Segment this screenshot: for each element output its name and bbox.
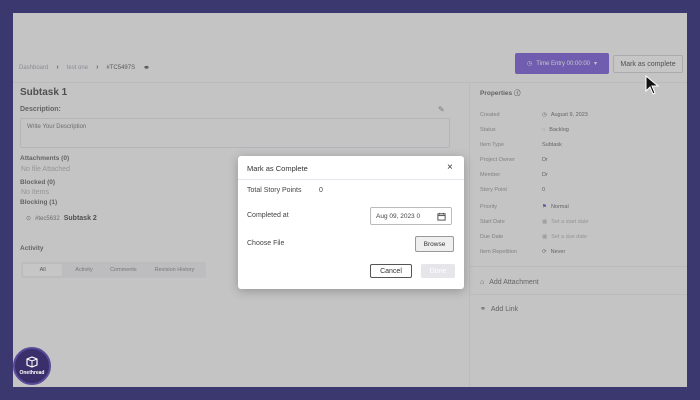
story-points-value: 0 [319, 187, 323, 194]
completed-at-value: Aug 09, 2023 0 [376, 212, 421, 220]
completed-at-label: Completed at [247, 212, 289, 219]
modal-title: Mark as Complete [247, 164, 308, 173]
app-frame: Dashboard › test one › #TC5497S ⚭ ◷ Time… [13, 13, 687, 387]
completed-at-input[interactable]: Aug 09, 2023 0 [370, 207, 452, 225]
modal-header: Mark as Complete × [238, 156, 464, 180]
done-button[interactable]: Done [421, 264, 455, 278]
cancel-button[interactable]: Cancel [370, 264, 412, 278]
story-points-label: Total Story Points [247, 187, 302, 194]
mark-complete-modal: Mark as Complete × Total Story Points 0 … [238, 156, 464, 289]
onethread-logo: Onethread [13, 347, 51, 385]
browse-button[interactable]: Browse [415, 236, 454, 252]
mouse-cursor-icon [645, 74, 661, 100]
logo-text: Onethread [19, 370, 45, 376]
calendar-icon[interactable] [437, 212, 446, 223]
close-icon[interactable]: × [447, 162, 453, 173]
choose-file-label: Choose File [247, 240, 285, 247]
